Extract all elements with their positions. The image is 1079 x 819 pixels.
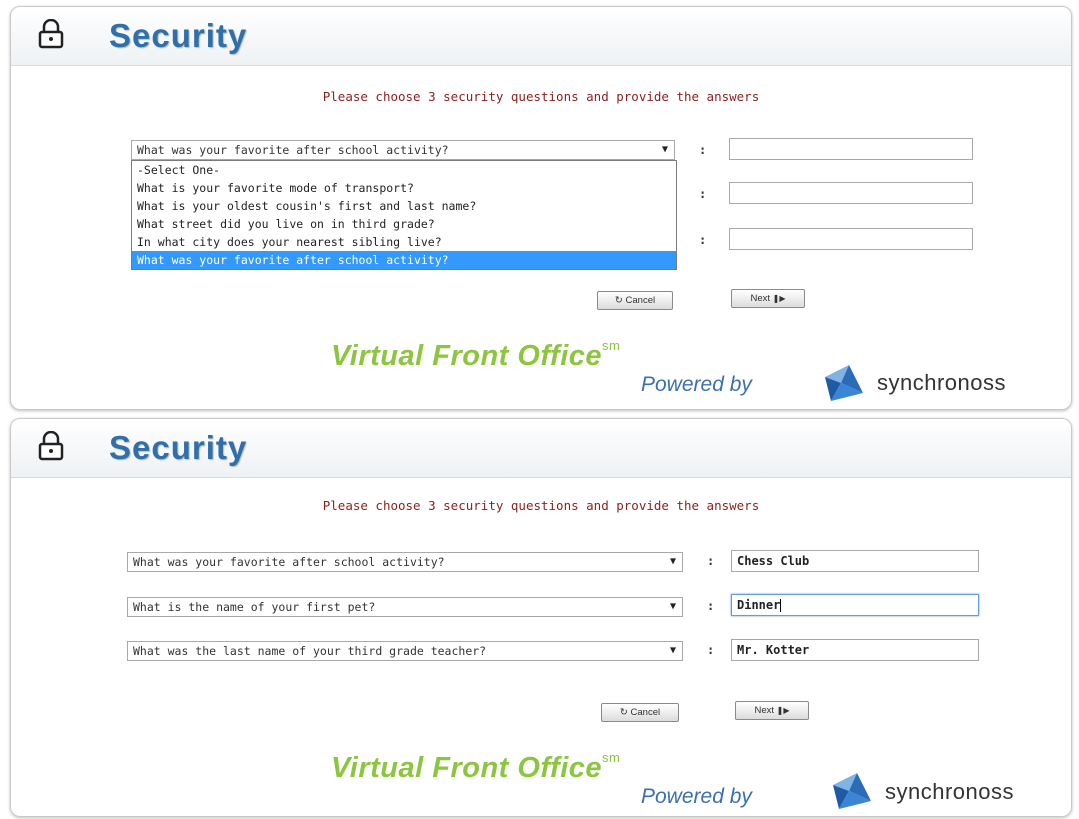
instructions-text: Please choose 3 security questions and p… bbox=[322, 89, 760, 104]
cancel-icon: ↻ bbox=[619, 707, 628, 718]
next-button[interactable]: Next ❚▶ bbox=[735, 701, 809, 720]
question-select-2-value: What is the name of your first pet? bbox=[133, 600, 376, 614]
lock-icon bbox=[38, 19, 64, 49]
colon-separator: : bbox=[707, 643, 715, 657]
synchronoss-logo-icon bbox=[833, 773, 871, 809]
question-dropdown-list[interactable]: -Select One- What is your favorite mode … bbox=[131, 160, 677, 270]
powered-by-text: Powered by bbox=[641, 785, 752, 808]
powered-by-text: Powered by bbox=[641, 373, 752, 396]
security-panel-top: Security Please choose 3 security questi… bbox=[10, 6, 1072, 410]
colon-separator: : bbox=[707, 599, 715, 613]
answer-input-2[interactable]: Dinner bbox=[731, 594, 979, 616]
answer-input-2[interactable] bbox=[729, 182, 973, 204]
company-name: synchronoss bbox=[877, 370, 1007, 395]
text-caret bbox=[780, 599, 782, 612]
colon-separator: : bbox=[699, 233, 707, 247]
answer-input-3[interactable] bbox=[729, 228, 973, 250]
product-name: Virtual Front Office bbox=[331, 340, 603, 372]
question-select-2[interactable]: What is the name of your first pet? ▼ bbox=[127, 597, 683, 617]
product-brand: Virtual Front Officesm bbox=[331, 338, 621, 373]
cancel-icon: ↻ bbox=[614, 295, 623, 306]
service-mark: sm bbox=[602, 338, 621, 353]
dropdown-option[interactable]: What is your favorite mode of transport? bbox=[132, 179, 676, 197]
dropdown-option[interactable]: What street did you live on in third gra… bbox=[132, 215, 676, 233]
next-icon: ❚▶ bbox=[776, 706, 790, 715]
next-icon: ❚▶ bbox=[772, 294, 786, 303]
cancel-button[interactable]: ↻ Cancel bbox=[601, 703, 679, 722]
next-button-label: Next bbox=[754, 705, 775, 716]
instructions-text: Please choose 3 security questions and p… bbox=[322, 498, 760, 513]
header-bar: Security bbox=[11, 7, 1071, 66]
dropdown-option[interactable]: In what city does your nearest sibling l… bbox=[132, 233, 676, 251]
cancel-button[interactable]: ↻ Cancel bbox=[597, 291, 673, 310]
answer-input-3[interactable]: Mr. Kotter bbox=[731, 639, 979, 661]
next-button-label: Next bbox=[750, 293, 771, 304]
next-button[interactable]: Next ❚▶ bbox=[731, 289, 805, 308]
cancel-button-label: Cancel bbox=[630, 707, 661, 718]
product-name: Virtual Front Office bbox=[331, 752, 603, 784]
dropdown-arrow-icon[interactable]: ▼ bbox=[662, 141, 668, 159]
dropdown-option-highlighted[interactable]: What was your favorite after school acti… bbox=[132, 251, 676, 269]
question-select-3-value: What was the last name of your third gra… bbox=[133, 644, 487, 658]
dropdown-arrow-icon[interactable]: ▼ bbox=[670, 642, 676, 660]
company-name: synchronoss bbox=[885, 779, 1015, 804]
answer-input-2-value: Dinner bbox=[737, 598, 781, 612]
dropdown-arrow-icon[interactable]: ▼ bbox=[670, 598, 676, 616]
colon-separator: : bbox=[699, 187, 707, 201]
question-select-1[interactable]: What was your favorite after school acti… bbox=[131, 140, 675, 160]
answer-input-1[interactable]: Chess Club bbox=[731, 550, 979, 572]
dropdown-arrow-icon[interactable]: ▼ bbox=[670, 553, 676, 571]
cancel-button-label: Cancel bbox=[625, 295, 656, 306]
question-select-1-value: What was your favorite after school acti… bbox=[133, 555, 445, 569]
lock-icon bbox=[38, 431, 64, 461]
answer-input-1[interactable] bbox=[729, 138, 973, 160]
dropdown-option[interactable]: What is your oldest cousin's first and l… bbox=[132, 197, 676, 215]
page-title: Security bbox=[109, 429, 248, 466]
security-panel-bottom: Security Please choose 3 security questi… bbox=[10, 418, 1072, 817]
page-title: Security bbox=[109, 17, 248, 54]
question-select-1[interactable]: What was your favorite after school acti… bbox=[127, 552, 683, 572]
dropdown-option[interactable]: -Select One- bbox=[132, 161, 676, 179]
colon-separator: : bbox=[699, 143, 707, 157]
service-mark: sm bbox=[602, 750, 621, 765]
header-bar: Security bbox=[11, 419, 1071, 478]
question-select-3[interactable]: What was the last name of your third gra… bbox=[127, 641, 683, 661]
colon-separator: : bbox=[707, 554, 715, 568]
product-brand: Virtual Front Officesm bbox=[331, 750, 621, 785]
synchronoss-logo-icon bbox=[825, 365, 863, 401]
question-select-1-value: What was your favorite after school acti… bbox=[137, 143, 449, 157]
